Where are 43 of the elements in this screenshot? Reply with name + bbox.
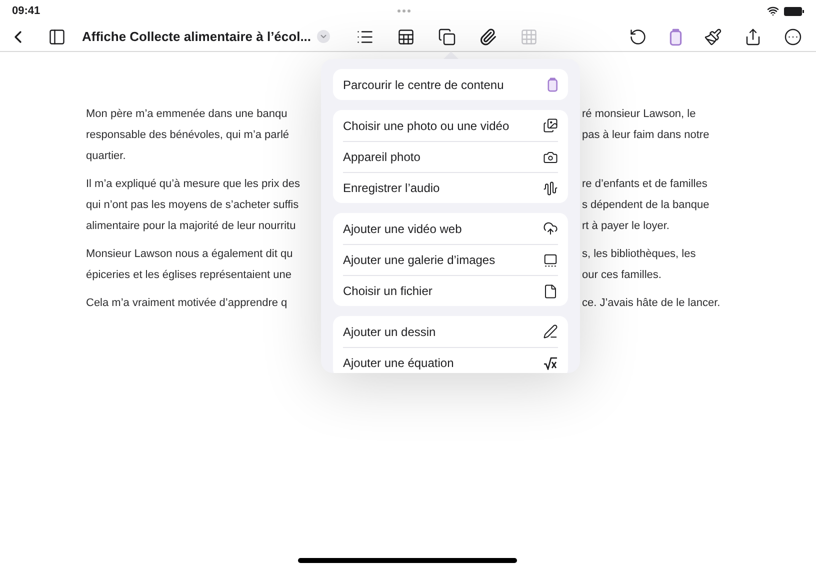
body-text: Cela m’a vraiment motivée d’apprendre q: [86, 296, 288, 311]
menu-item[interactable]: Ajouter une équation: [343, 347, 558, 373]
more-icon[interactable]: [784, 28, 802, 46]
body-text: s, les bibliothèques, les: [582, 247, 696, 262]
body-text: s dépendent de la banque: [582, 198, 710, 213]
menu-item[interactable]: Choisir une photo ou une vidéo: [343, 110, 558, 141]
status-time: 09:41: [12, 4, 40, 19]
body-text: ce. J’avais hâte de le lancer.: [582, 296, 720, 311]
body-text: ré monsieur Lawson, le: [582, 107, 696, 122]
body-text: Il m’a expliqué qu’à mesure que les prix des: [86, 177, 302, 192]
body-text: re d’enfants et de familles: [582, 177, 708, 192]
body-text: rt à payer le loyer.: [582, 219, 670, 234]
body-text: alimentaire pour la majorité de leur nourritu: [86, 219, 297, 234]
body-text: qui n’ont pas les moyens de s’acheter suffis: [86, 198, 300, 213]
share-icon[interactable]: [744, 28, 762, 46]
window-dots-icon: [396, 9, 411, 13]
undo-icon[interactable]: [628, 28, 646, 46]
body-text: our ces familles.: [582, 268, 662, 283]
body-text: Mon père m’a emmenée dans une banqu: [86, 107, 288, 122]
menu-item[interactable]: Parcourir le centre de contenu: [343, 69, 558, 100]
wifi-icon: [766, 5, 779, 17]
body-text: Monsieur Lawson nous a également dit qu: [86, 247, 294, 262]
body-text: responsable des bénévoles, qui m’a parlé: [86, 128, 290, 143]
menu-item[interactable]: Choisir un fichier: [343, 275, 558, 306]
jar-icon: [546, 77, 558, 92]
menu-item[interactable]: Appareil photo: [343, 141, 558, 172]
menu-item[interactable]: Ajouter un dessin: [343, 316, 558, 347]
battery-icon: [784, 6, 804, 16]
menu-item[interactable]: Ajouter une vidéo web: [343, 213, 558, 244]
body-text: quartier.: [86, 149, 127, 164]
menu-item[interactable]: Enregistrer l’audio: [343, 172, 558, 203]
document-title[interactable]: Affiche Collecte alimentaire à l’écol...: [82, 26, 312, 46]
menu-item[interactable]: Ajouter une galerie d’images: [343, 244, 558, 275]
paintbrush-icon[interactable]: [704, 28, 722, 46]
table-icon[interactable]: [397, 28, 416, 46]
title-chevron-icon[interactable]: [317, 30, 330, 43]
body-text: pas à leur faim dans notre: [582, 128, 710, 143]
paperclip-icon[interactable]: [479, 28, 498, 46]
jar-icon: [668, 28, 682, 46]
shapes-icon[interactable]: [438, 28, 456, 46]
square-root-icon: [543, 356, 558, 370]
sidebar-icon[interactable]: [48, 28, 66, 46]
body-text: épiceries et les églises représentaient une: [86, 268, 292, 283]
